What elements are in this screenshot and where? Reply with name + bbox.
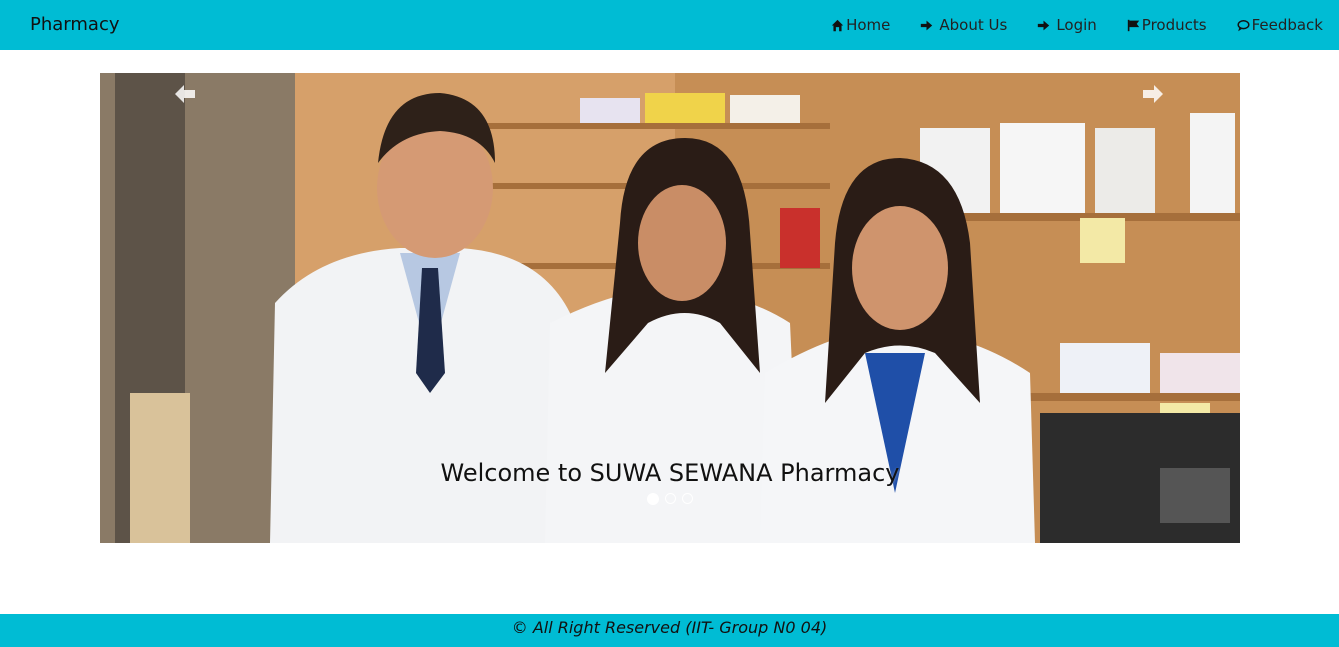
carousel-indicators (100, 493, 1240, 505)
nav-item-label: Feedback (1251, 16, 1323, 34)
arrow-left-icon (175, 85, 195, 103)
carousel-indicator-1[interactable] (647, 493, 659, 505)
page-footer: © All Right Reserved (IIT- Group N0 04) (0, 614, 1339, 647)
footer-copyright: © All Right Reserved (IIT- Group N0 04) (511, 618, 828, 637)
nav-item-login[interactable]: Login (1037, 16, 1097, 34)
hero-carousel: Welcome to SUWA SEWANA Pharmacy (100, 73, 1240, 543)
nav-item-home[interactable]: Home (831, 16, 890, 34)
carousel-caption: Welcome to SUWA SEWANA Pharmacy (440, 459, 900, 487)
nav-item-label: Products (1141, 16, 1207, 34)
sign-in-icon (1037, 19, 1050, 32)
home-icon (831, 19, 844, 32)
carousel-next-button[interactable] (1138, 79, 1168, 109)
flag-icon (1127, 19, 1140, 32)
nav-menu: Home About Us Login Products Feedback (801, 0, 1323, 50)
nav-item-feedback[interactable]: Feedback (1237, 16, 1323, 34)
nav-item-label: Home (846, 16, 891, 34)
nav-item-about-us[interactable]: About Us (920, 16, 1007, 34)
nav-item-products[interactable]: Products (1127, 16, 1207, 34)
sign-in-icon (920, 19, 933, 32)
carousel-indicator-3[interactable] (682, 493, 693, 504)
nav-item-label: About Us (939, 16, 1008, 34)
brand-link[interactable]: Pharmacy (30, 14, 120, 35)
comment-icon (1237, 19, 1250, 32)
nav-item-label: Login (1056, 16, 1097, 34)
arrow-right-icon (1143, 85, 1163, 103)
carousel-prev-button[interactable] (170, 79, 200, 109)
top-navbar: Pharmacy Home About Us Login Products Fe… (0, 0, 1339, 50)
carousel-indicator-2[interactable] (665, 493, 676, 504)
